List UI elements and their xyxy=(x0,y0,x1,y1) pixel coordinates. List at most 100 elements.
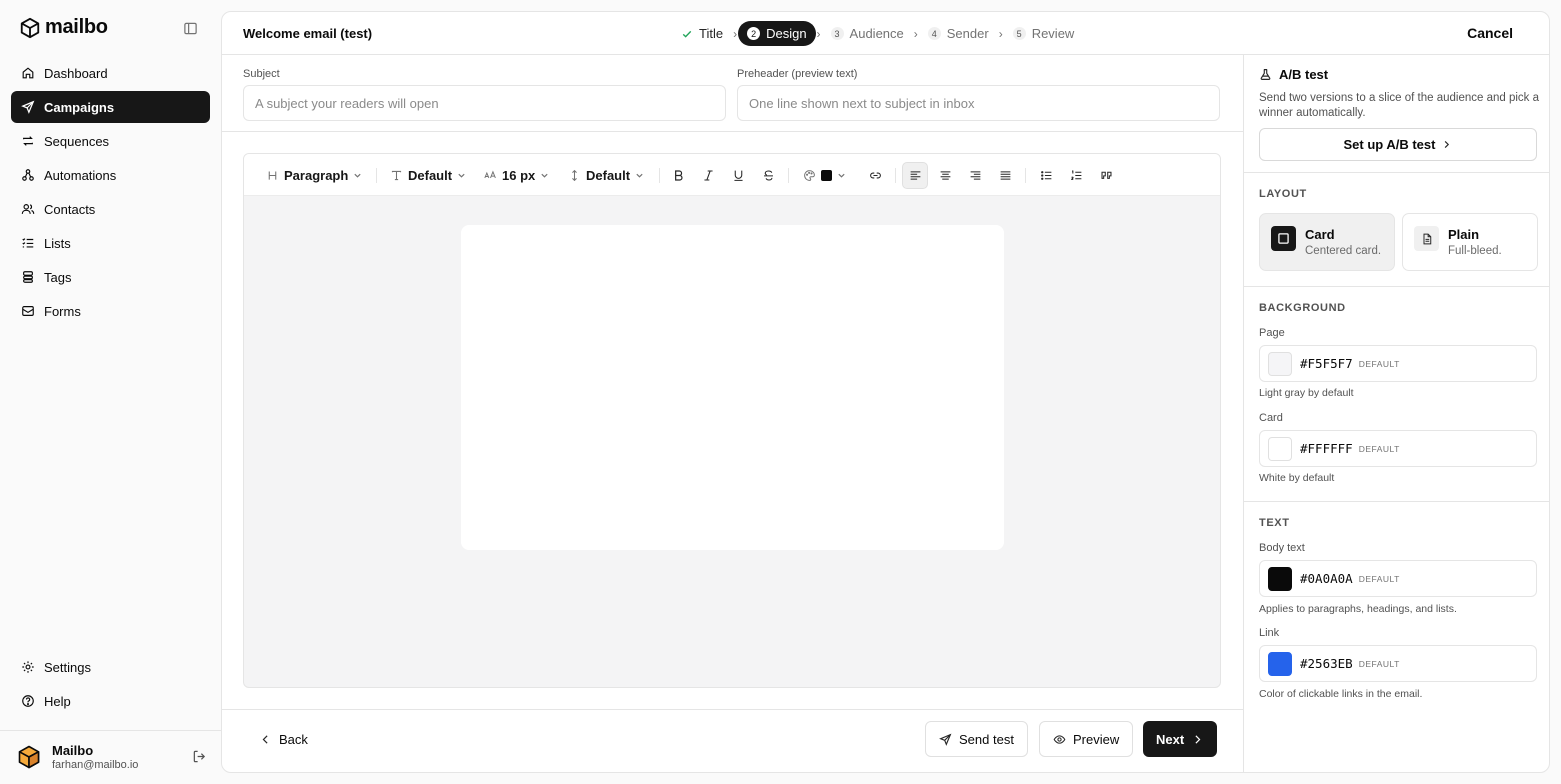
card-bg-color-field[interactable]: #FFFFFF DEFAULT xyxy=(1259,430,1537,467)
sidebar-item-settings[interactable]: Settings xyxy=(11,651,210,683)
sidebar-item-sequences[interactable]: Sequences xyxy=(11,125,210,157)
sidebar-item-automations[interactable]: Automations xyxy=(11,159,210,191)
preheader-label: Preheader (preview text) xyxy=(737,68,858,80)
align-center-icon xyxy=(940,171,950,180)
sidebar-item-contacts[interactable]: Contacts xyxy=(11,193,210,225)
line-height-icon xyxy=(572,169,577,182)
ab-test-description: Send two versions to a slice of the audi… xyxy=(1259,92,1540,119)
list-icon xyxy=(22,238,34,248)
repeat-icon xyxy=(23,136,33,146)
type-icon xyxy=(391,170,402,181)
numbered-list-button[interactable] xyxy=(1063,162,1089,189)
sidebar-collapse-icon[interactable] xyxy=(183,21,198,36)
font-family-dropdown[interactable]: Default xyxy=(390,162,466,189)
align-right-icon xyxy=(970,171,980,180)
sidebar-item-label: Dashboard xyxy=(44,65,108,81)
link-color-field[interactable]: #2563EB DEFAULT xyxy=(1259,645,1537,682)
logo[interactable]: mailbo xyxy=(19,16,108,39)
send-test-button[interactable]: Send test xyxy=(925,721,1028,757)
sidebar-item-forms[interactable]: Forms xyxy=(11,295,210,327)
text-color-picker[interactable] xyxy=(803,162,846,189)
step-title[interactable]: Title xyxy=(672,21,732,46)
format-toolbar: Paragraph Default 16 px Default xyxy=(244,154,1220,196)
step-label: Audience xyxy=(849,26,904,41)
email-editor: Paragraph Default 16 px Default xyxy=(243,153,1221,688)
next-button[interactable]: Next xyxy=(1143,721,1218,757)
step-review[interactable]: 5 Review xyxy=(1004,21,1084,46)
tag-icon xyxy=(23,271,33,283)
subject-input[interactable] xyxy=(243,85,726,121)
numbered-list-icon xyxy=(1070,170,1081,180)
bullet-list-button[interactable] xyxy=(1033,162,1059,189)
document-icon xyxy=(1414,226,1439,251)
eye-icon xyxy=(1053,734,1066,744)
quote-button[interactable] xyxy=(1093,162,1119,189)
settings-panel: A/B test Send two versions to a slice of… xyxy=(1243,55,1549,772)
send-icon xyxy=(939,733,952,746)
sidebar-item-label: Tags xyxy=(44,269,72,285)
sidebar-item-label: Settings xyxy=(44,659,91,675)
chevron-right-icon xyxy=(1195,734,1201,744)
cancel-button[interactable]: Cancel xyxy=(1467,25,1513,41)
align-right-button[interactable] xyxy=(962,162,988,189)
back-button[interactable]: Back xyxy=(246,721,321,757)
block-type-dropdown[interactable]: Paragraph xyxy=(266,162,362,189)
chevron-right-icon xyxy=(1445,140,1450,149)
sidebar-item-help[interactable]: Help xyxy=(11,685,210,717)
align-left-button[interactable] xyxy=(902,162,928,189)
send-icon xyxy=(21,100,35,114)
align-justify-button[interactable] xyxy=(992,162,1018,189)
bold-button[interactable] xyxy=(665,162,691,189)
layout-heading: LAYOUT xyxy=(1259,188,1307,200)
preview-button[interactable]: Preview xyxy=(1039,721,1134,757)
underline-button[interactable] xyxy=(725,162,751,189)
sidebar-item-campaigns[interactable]: Campaigns xyxy=(11,91,210,123)
body-text-color-field[interactable]: #0A0A0A DEFAULT xyxy=(1259,560,1537,597)
users-icon xyxy=(21,204,35,214)
preheader-input[interactable] xyxy=(737,85,1220,121)
stepper: Title › 2 Design › 3 Audience › 4 Sender… xyxy=(672,21,1083,46)
layout-option-plain[interactable]: Plain Full-bleed. xyxy=(1402,213,1538,271)
email-canvas-card[interactable] xyxy=(461,225,1004,550)
link-button[interactable] xyxy=(862,162,888,189)
sidebar-item-label: Sequences xyxy=(44,133,110,149)
sidebar-nav: Dashboard Campaigns Sequences Automation… xyxy=(11,57,210,329)
sidebar-item-label: Lists xyxy=(44,235,71,251)
align-center-button[interactable] xyxy=(932,162,958,189)
page-title: Welcome email (test) xyxy=(243,26,373,41)
user-profile[interactable]: Mailbo farhan@mailbo.io xyxy=(17,741,207,773)
font-size-dropdown[interactable]: 16 px xyxy=(484,162,549,189)
chevron-right-icon: › xyxy=(733,26,738,41)
italic-button[interactable] xyxy=(695,162,721,189)
topbar: Welcome email (test) Title › 2 Design › … xyxy=(222,12,1549,55)
step-design[interactable]: 2 Design xyxy=(738,21,816,46)
setup-ab-test-button[interactable]: Set up A/B test xyxy=(1259,128,1537,161)
home-icon xyxy=(22,67,34,79)
layout-option-card[interactable]: Card Centered card. xyxy=(1259,213,1395,271)
toolbar-separator xyxy=(376,168,377,183)
step-audience[interactable]: 3 Audience xyxy=(822,21,913,46)
avatar xyxy=(18,745,40,769)
step-sender[interactable]: 4 Sender xyxy=(919,21,998,46)
sidebar-item-lists[interactable]: Lists xyxy=(11,227,210,259)
editor-area: Subject Preheader (preview text) Paragra… xyxy=(222,55,1243,709)
sidebar-item-label: Forms xyxy=(44,303,81,319)
sidebar-item-dashboard[interactable]: Dashboard xyxy=(11,57,210,89)
help-icon xyxy=(22,695,34,707)
chevron-right-icon: › xyxy=(913,26,918,41)
step-label: Review xyxy=(1031,26,1075,41)
align-justify-icon xyxy=(1000,171,1010,180)
ab-test-section: A/B test Send two versions to a slice of… xyxy=(1244,55,1549,173)
strikethrough-button[interactable] xyxy=(755,162,781,189)
link-icon xyxy=(869,172,881,179)
color-swatch xyxy=(1268,436,1292,461)
page-bg-hint: Light gray by default xyxy=(1259,387,1354,399)
sidebar-item-label: Automations xyxy=(44,167,117,183)
sidebar-item-tags[interactable]: Tags xyxy=(11,261,210,293)
line-height-dropdown[interactable]: Default xyxy=(568,162,644,189)
logout-icon[interactable] xyxy=(192,749,207,764)
page-bg-color-field[interactable]: #F5F5F7 DEFAULT xyxy=(1259,345,1537,382)
card-bg-label: Card xyxy=(1259,412,1283,424)
footer: Back Send test Preview Next xyxy=(222,709,1243,772)
divider xyxy=(1244,501,1549,502)
